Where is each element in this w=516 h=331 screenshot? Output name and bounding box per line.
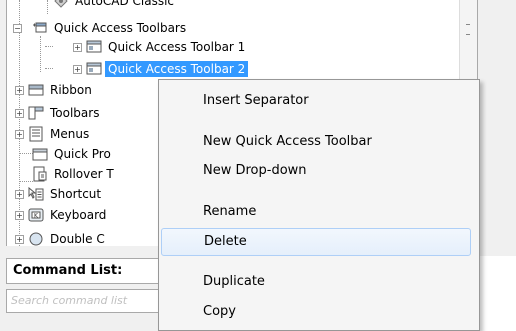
tree-connector-line [47, 0, 48, 14]
tree-item-autocad-classic[interactable]: AutoCAD Classic [53, 0, 177, 10]
tree-item-ribbon[interactable]: + Ribbon [15, 81, 95, 99]
right-panel-edge [478, 256, 516, 331]
tree-connector-line [40, 36, 41, 72]
shortcut-menu-icon [28, 186, 44, 202]
expand-icon[interactable]: + [15, 108, 24, 118]
tree-connector-line [45, 68, 53, 69]
tree-item-quick-access-toolbar-1[interactable]: + Quick Access Toolbar 1 [73, 38, 248, 56]
tree-item-quick-access-toolbar-2[interactable]: + Quick Access Toolbar 2 [73, 60, 249, 78]
tree-item-label: Quick Access Toolbar 2 [105, 61, 249, 77]
expand-icon[interactable]: + [15, 234, 24, 244]
tree-item-label: Quick Pro [54, 147, 111, 161]
expand-icon[interactable]: + [15, 85, 24, 95]
menus-icon [28, 126, 44, 142]
keyboard-icon: K [28, 207, 44, 223]
tree-item-rollover-tooltips[interactable]: Rollover T [32, 165, 117, 183]
tree-item-keyboard-shortcuts[interactable]: + K Keyboard [15, 206, 109, 224]
tree-item-shortcut-menus[interactable]: + Shortcut [15, 185, 104, 203]
tree-item-label: Quick Access Toolbar 1 [108, 40, 246, 54]
tree-item-label: Rollover T [54, 167, 114, 181]
expand-icon[interactable]: + [73, 42, 82, 52]
tree-item-label: AutoCAD Classic [75, 0, 175, 8]
menu-item-insert-separator[interactable]: Insert Separator [159, 87, 477, 115]
menu-item-rename[interactable]: Rename [159, 198, 477, 226]
quick-properties-icon [32, 146, 48, 162]
context-menu: Insert Separator New Quick Access Toolba… [158, 79, 480, 331]
tree-item-toolbars[interactable]: + Toolbars [15, 104, 102, 122]
collapse-icon[interactable]: − [13, 23, 22, 33]
tree-item-label: Double C [50, 232, 105, 246]
toolbars-icon [28, 105, 44, 121]
tree-item-quick-properties[interactable]: Quick Pro [32, 145, 114, 163]
menu-item-copy[interactable]: Copy [159, 298, 477, 326]
tree-item-label: Menus [50, 127, 90, 141]
tree-connector-line [45, 46, 53, 47]
expand-icon[interactable]: + [73, 64, 82, 74]
ribbon-icon [28, 82, 44, 98]
menu-item-duplicate[interactable]: Duplicate [159, 268, 477, 296]
menu-item-delete[interactable]: Delete [161, 228, 471, 256]
tree-connector-line [19, 181, 33, 182]
toolbar-icon [86, 39, 102, 55]
scrollbar-grip-icon[interactable] [466, 24, 470, 35]
tree-item-menus[interactable]: + Menus [15, 125, 92, 143]
double-click-icon [28, 231, 44, 246]
tree-item-label: Quick Access Toolbars [54, 21, 187, 35]
menu-item-new-drop-down[interactable]: New Drop-down [159, 157, 477, 185]
tree-item-quick-access-toolbars[interactable]: − Quick Access Toolbars [13, 19, 189, 37]
toolbar-folder-icon [32, 20, 48, 36]
tree-item-label: Ribbon [50, 83, 92, 97]
workspace-icon [53, 0, 69, 9]
tree-item-double-click-actions[interactable]: + Double C [15, 230, 108, 246]
expand-icon[interactable]: + [15, 129, 24, 139]
tree-item-label: Keyboard [50, 208, 107, 222]
menu-item-new-quick-access-toolbar[interactable]: New Quick Access Toolbar [159, 128, 477, 156]
rollover-tooltip-icon [32, 166, 48, 182]
tree-item-label: Shortcut [50, 187, 102, 201]
expand-icon[interactable]: + [15, 189, 24, 199]
tree-item-label: Toolbars [50, 106, 100, 120]
toolbar-icon [86, 61, 102, 77]
expand-icon[interactable]: + [15, 210, 24, 220]
tree-connector-line [19, 153, 33, 154]
